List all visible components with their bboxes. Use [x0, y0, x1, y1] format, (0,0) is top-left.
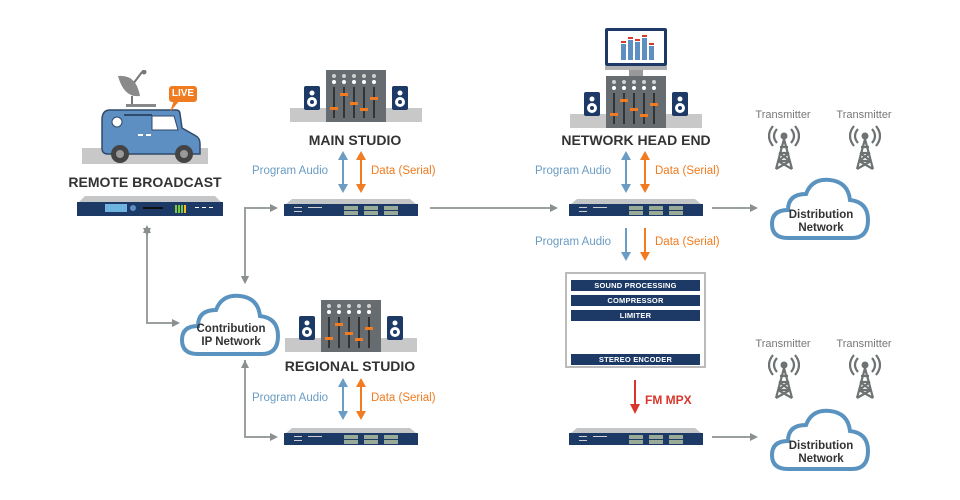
contribution-network-label: Contribution IP Network — [196, 323, 266, 348]
compressor-stage: COMPRESSOR — [571, 295, 700, 306]
distribution-network-bottom-label: Distribution Network — [788, 440, 854, 465]
headend-program-audio-label: Program Audio — [535, 165, 612, 177]
regional-studio-arrows — [338, 378, 366, 420]
transmitter-tower-icon — [849, 125, 881, 170]
transmitter-bottom-1-label: Transmitter — [755, 338, 811, 350]
head-end-down-arrows — [621, 228, 650, 261]
fm-mpx-arrow — [630, 380, 640, 414]
transmitter-tower-icon — [849, 354, 881, 399]
sound-processing-stage: SOUND PROCESSING — [571, 280, 700, 291]
headend-down-program-audio-label: Program Audio — [535, 236, 612, 248]
distribution-network-top-label: Distribution Network — [788, 209, 854, 234]
limiter-stage: LIMITER — [571, 310, 700, 321]
headend-down-data-serial-label: Data (Serial) — [655, 236, 720, 248]
transmitter-top-2-label: Transmitter — [836, 109, 892, 121]
regional-data-serial-label: Data (Serial) — [371, 392, 436, 404]
transmitter-bottom-2-label: Transmitter — [836, 338, 892, 350]
fm-mpx-label: FM MPX — [645, 393, 692, 407]
transmitter-tower-icon — [768, 354, 800, 399]
processing-chain-box: SOUND PROCESSING COMPRESSOR LIMITER STER… — [565, 272, 706, 368]
headend-data-serial-label: Data (Serial) — [655, 165, 720, 177]
stereo-encoder-stage: STEREO ENCODER — [571, 354, 700, 365]
main-data-serial-label: Data (Serial) — [371, 165, 436, 177]
transmitter-top-1-label: Transmitter — [755, 109, 811, 121]
main-studio-arrows — [338, 151, 366, 193]
head-end-arrows — [621, 151, 650, 193]
regional-program-audio-label: Program Audio — [252, 392, 329, 404]
main-program-audio-label: Program Audio — [252, 165, 329, 177]
transmitter-tower-icon — [768, 125, 800, 170]
